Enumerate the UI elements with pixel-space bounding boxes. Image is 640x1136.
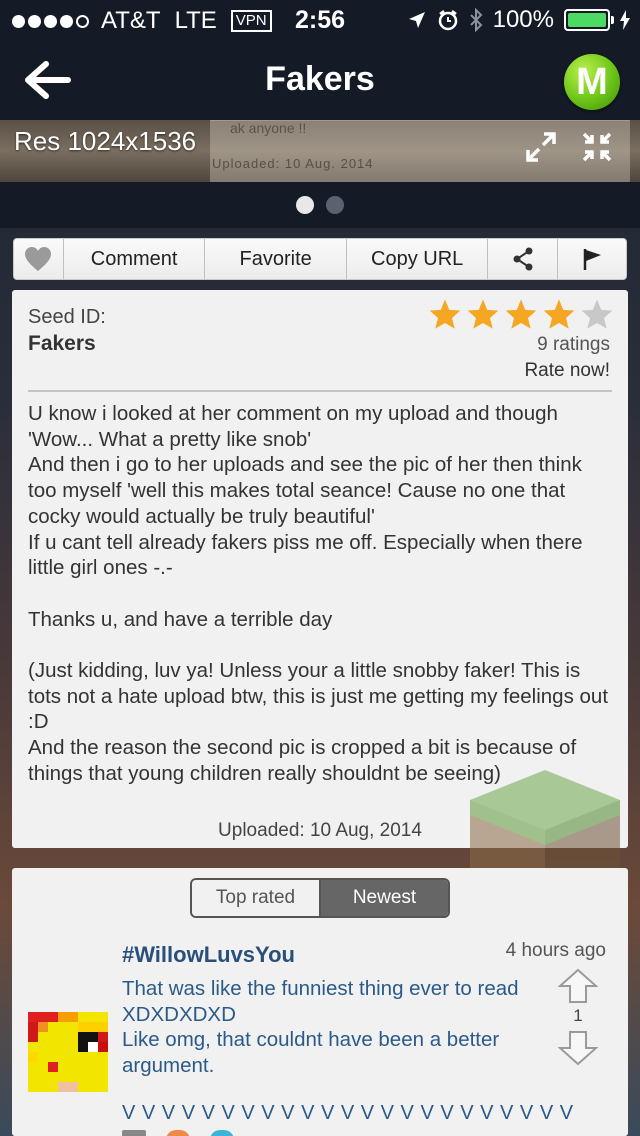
tab-newest[interactable]: Newest xyxy=(321,880,448,916)
upvote-arrow-icon[interactable] xyxy=(558,968,598,1004)
resolution-label: Res 1024x1536 xyxy=(14,126,197,156)
downvote-arrow-icon[interactable] xyxy=(558,1030,598,1066)
status-bar: AT&T LTE VPN 2:56 100% xyxy=(0,0,640,40)
action-bar: Comment Favorite Copy URL xyxy=(13,238,627,280)
star-icon[interactable] xyxy=(428,298,462,330)
app-logo[interactable]: M xyxy=(564,54,620,110)
comment-author[interactable]: #WillowLuvsYou xyxy=(122,942,295,968)
reaction-icon-blue[interactable] xyxy=(210,1130,234,1136)
bluetooth-icon xyxy=(469,8,483,32)
battery-icon xyxy=(564,9,614,31)
star-rating[interactable] xyxy=(428,298,614,330)
battery-percent: 100% xyxy=(492,6,554,33)
status-right: 100% xyxy=(407,6,630,34)
page-dot-2[interactable] xyxy=(326,196,344,214)
heart-icon xyxy=(25,247,52,271)
page-indicator[interactable] xyxy=(0,196,640,214)
image-ghost-caption: Uploaded: 10 Aug. 2014 xyxy=(212,156,374,171)
seed-name: Fakers xyxy=(28,332,96,355)
rate-now-link[interactable]: Rate now! xyxy=(524,360,610,382)
share-icon xyxy=(513,247,533,271)
alarm-icon xyxy=(438,10,457,31)
tab-top-rated[interactable]: Top rated xyxy=(192,880,321,916)
reply-icon[interactable] xyxy=(122,1130,146,1136)
star-icon[interactable] xyxy=(542,298,576,330)
comment-time: 4 hours ago xyxy=(505,940,606,961)
comment-button[interactable]: Comment xyxy=(63,239,206,279)
seed-id-label: Seed ID: xyxy=(28,306,106,328)
page-dot-1[interactable] xyxy=(296,196,314,214)
star-icon[interactable] xyxy=(466,298,500,330)
star-icon[interactable] xyxy=(580,298,614,330)
star-icon[interactable] xyxy=(504,298,538,330)
comment-tail: V V V V V V V V V V V V V V V V V V V V … xyxy=(122,1102,574,1124)
report-button[interactable] xyxy=(558,239,626,279)
seed-description: U know i looked at her comment on my upl… xyxy=(28,402,609,785)
comment-extra-icons xyxy=(122,1130,234,1136)
comment-sort-toggle: Top rated Newest xyxy=(190,878,450,918)
image-ghost-text: ak anyone !! xyxy=(230,120,307,136)
location-icon xyxy=(408,12,425,28)
charging-icon xyxy=(620,10,630,30)
like-button[interactable] xyxy=(14,239,64,279)
expand-icon[interactable] xyxy=(524,130,558,164)
divider xyxy=(28,390,612,392)
favorite-button[interactable]: Favorite xyxy=(205,239,347,279)
nav-bar: Fakers M xyxy=(0,40,640,120)
seed-card: Seed ID: Fakers 9 ratings Rate now! U kn… xyxy=(12,290,628,848)
comment-text: That was like the funniest thing ever to… xyxy=(122,977,519,1077)
shrink-icon[interactable] xyxy=(580,130,614,164)
page-title: Fakers xyxy=(265,60,375,98)
image-viewer[interactable]: ak anyone !! Uploaded: 10 Aug. 2014 Res … xyxy=(0,120,640,182)
flag-icon xyxy=(583,249,602,270)
ratings-count: 9 ratings xyxy=(537,334,610,355)
copy-url-button[interactable]: Copy URL xyxy=(346,239,489,279)
pager-bar xyxy=(0,182,640,228)
reaction-icon-orange[interactable] xyxy=(166,1130,190,1136)
comments-section: Top rated Newest #WillowLuvsYou 4 hours … xyxy=(12,868,628,1136)
vote-count: 1 xyxy=(573,1006,583,1025)
avatar[interactable] xyxy=(28,1012,108,1092)
share-button[interactable] xyxy=(488,239,559,279)
